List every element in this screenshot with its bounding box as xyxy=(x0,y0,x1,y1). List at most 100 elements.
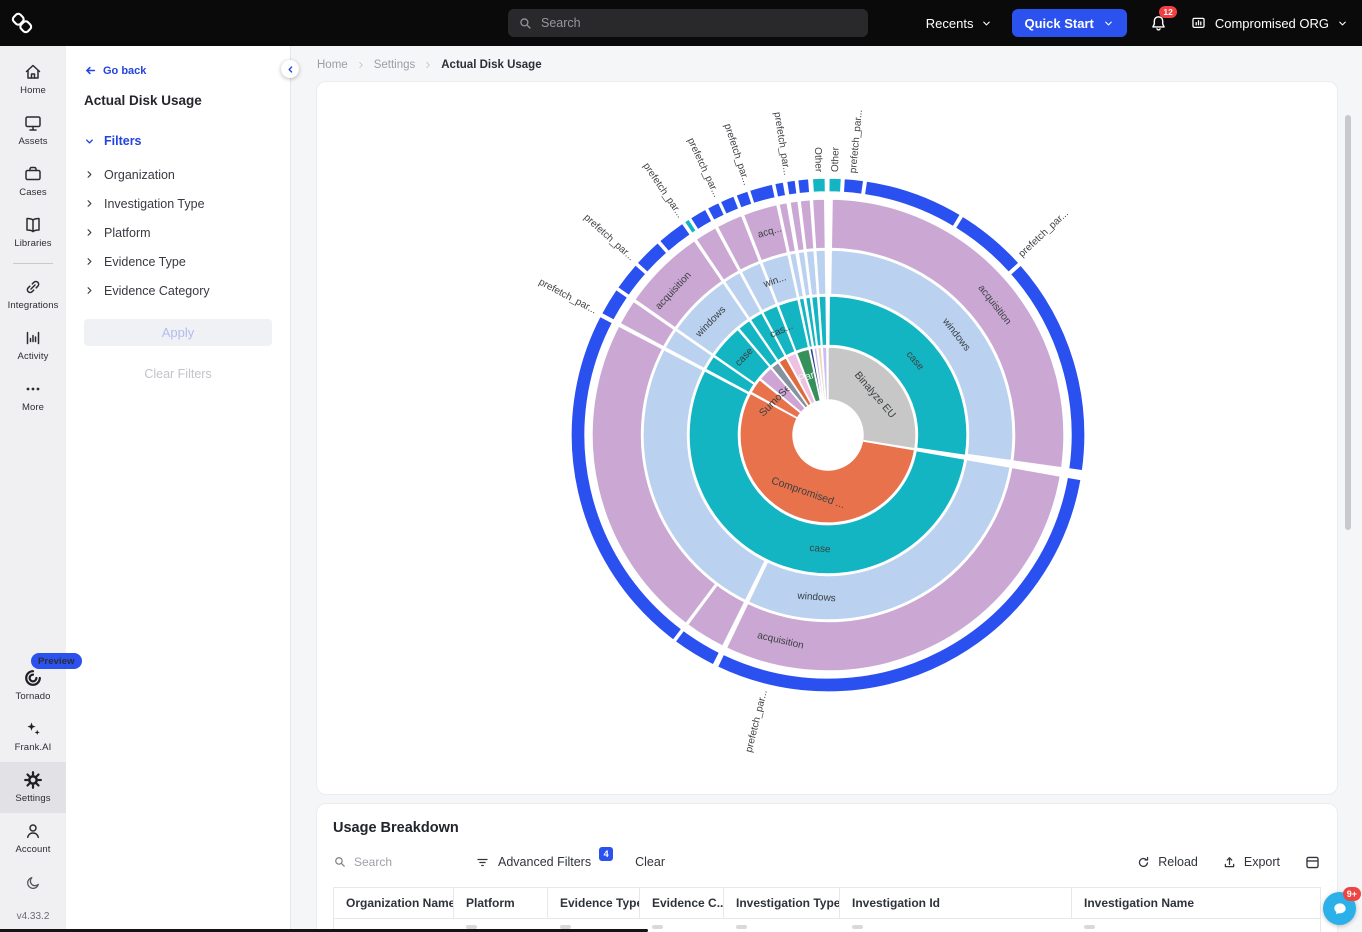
global-search xyxy=(508,9,868,37)
sidebar-item-account[interactable]: Account xyxy=(0,813,66,864)
moon-icon xyxy=(25,874,42,891)
column-header-investigation-name[interactable]: Investigation Name xyxy=(1072,888,1320,918)
usage-breakdown-title: Usage Breakdown xyxy=(333,820,1321,836)
sidebar-item-integrations[interactable]: Integrations xyxy=(0,269,66,320)
reload-button[interactable]: Reload xyxy=(1136,855,1198,870)
ellipsis-icon xyxy=(23,379,43,399)
collapse-panel-button[interactable] xyxy=(281,60,299,78)
sunburst-outer-label: prefetch_par... xyxy=(848,109,865,174)
sidebar-item-cases[interactable]: Cases xyxy=(0,156,66,207)
sunburst-segment[interactable] xyxy=(787,180,798,195)
notifications-button[interactable]: 12 xyxy=(1149,14,1168,33)
filters-panel: Go back Actual Disk Usage Filters Organi… xyxy=(66,46,291,932)
chevron-down-icon xyxy=(84,136,95,147)
filter-organization[interactable]: Organization xyxy=(84,160,272,189)
chevron-down-icon xyxy=(981,18,992,29)
filters-section-toggle[interactable]: Filters xyxy=(84,134,272,148)
chevron-right-icon xyxy=(84,198,95,209)
clear-filters-button[interactable]: Clear Filters xyxy=(84,367,272,381)
page-title: Actual Disk Usage xyxy=(84,93,272,108)
sunburst-segment[interactable] xyxy=(775,182,786,197)
sunburst-outer-label: prefetch_par... xyxy=(744,689,770,754)
monitor-icon xyxy=(23,113,43,133)
sidebar-item-libraries[interactable]: Libraries xyxy=(0,207,66,258)
quick-start-label: Quick Start xyxy=(1025,16,1094,31)
sunburst-segment[interactable] xyxy=(812,199,825,249)
column-header-organization-name[interactable]: Organization Name xyxy=(334,888,454,918)
filters-count-badge: 4 xyxy=(599,847,613,861)
icon-rail: Home Assets Cases Libraries Integrations xyxy=(0,46,66,932)
column-header-evidence-category[interactable]: Evidence C... xyxy=(640,888,724,918)
apply-button[interactable]: Apply xyxy=(84,319,272,346)
export-button[interactable]: Export xyxy=(1222,855,1280,870)
sunburst-segment[interactable] xyxy=(749,184,775,204)
briefcase-icon xyxy=(23,164,43,184)
export-icon xyxy=(1222,855,1237,870)
sunburst-outer-label: prefetch_par... xyxy=(640,161,685,220)
sidebar-item-assets[interactable]: Assets xyxy=(0,105,66,156)
filter-lines-icon xyxy=(475,855,490,870)
table-search xyxy=(333,855,441,869)
usage-table: Organization Name Platform Evidence Type… xyxy=(333,887,1321,932)
sidebar-item-more[interactable]: More xyxy=(0,371,66,422)
filter-investigation-type[interactable]: Investigation Type xyxy=(84,189,272,218)
chat-bubble-icon xyxy=(1331,900,1349,918)
quick-start-button[interactable]: Quick Start xyxy=(1012,9,1127,37)
filter-evidence-type[interactable]: Evidence Type xyxy=(84,247,272,276)
filter-evidence-category[interactable]: Evidence Category xyxy=(84,276,272,305)
organization-icon xyxy=(1190,15,1207,32)
user-icon xyxy=(23,821,43,841)
column-header-platform[interactable]: Platform xyxy=(454,888,548,918)
support-chat-button[interactable]: 9+ xyxy=(1323,892,1356,925)
home-icon xyxy=(23,62,43,82)
preview-badge: Preview xyxy=(31,653,82,669)
arrow-left-icon xyxy=(84,64,97,77)
recents-menu[interactable]: Recents xyxy=(926,16,992,31)
sunburst-outer-label: prefetch_par... xyxy=(581,212,636,263)
search-input[interactable] xyxy=(541,16,858,30)
advanced-filters-button[interactable]: Advanced Filters 4 xyxy=(475,855,613,870)
sunburst-outer-label: prefetch_par... xyxy=(537,277,599,317)
column-settings-button[interactable] xyxy=(1304,854,1321,871)
usage-breakdown-card: Usage Breakdown Advanced Filters 4 Clear… xyxy=(316,803,1338,932)
activity-chart-icon xyxy=(23,328,43,348)
sidebar-item-home[interactable]: Home xyxy=(0,54,66,105)
recents-label: Recents xyxy=(926,16,974,31)
sunburst-outer-label: prefetch_par... xyxy=(1017,208,1071,260)
breadcrumb-settings[interactable]: Settings xyxy=(374,59,416,71)
app-version: v4.33.2 xyxy=(0,897,66,932)
vertical-scrollbar[interactable] xyxy=(1345,115,1351,530)
column-header-evidence-type[interactable]: Evidence Type xyxy=(548,888,640,918)
book-icon xyxy=(23,215,43,235)
main-content: Home Settings Actual Disk Usage Binalyze… xyxy=(291,46,1362,932)
go-back-link[interactable]: Go back xyxy=(84,64,272,77)
reload-icon xyxy=(1136,855,1151,870)
sidebar-item-settings[interactable]: Settings xyxy=(0,762,66,813)
chat-unread-badge: 9+ xyxy=(1343,887,1361,901)
table-search-input[interactable] xyxy=(354,855,424,869)
notification-badge: 12 xyxy=(1159,6,1176,19)
chevron-right-icon xyxy=(356,60,366,70)
sidebar-item-frank-ai[interactable]: Frank.AI xyxy=(0,711,66,762)
dark-mode-toggle[interactable] xyxy=(0,864,66,897)
app-logo-icon[interactable] xyxy=(9,10,35,36)
table-header-row: Organization Name Platform Evidence Type… xyxy=(334,888,1320,919)
clear-table-filters-button[interactable]: Clear xyxy=(635,855,665,869)
search-icon xyxy=(333,855,347,869)
sidebar-item-activity[interactable]: Activity xyxy=(0,320,66,371)
rail-divider xyxy=(13,263,53,264)
chevron-right-icon xyxy=(423,60,433,70)
sidebar-item-tornado[interactable]: Preview Tornado xyxy=(0,660,66,711)
columns-icon xyxy=(1304,854,1321,871)
sunburst-segment[interactable] xyxy=(829,178,842,192)
column-header-investigation-type[interactable]: Investigation Type xyxy=(724,888,840,918)
filter-platform[interactable]: Platform xyxy=(84,218,272,247)
sunburst-segment[interactable] xyxy=(812,178,825,193)
sunburst-segment[interactable] xyxy=(736,191,752,208)
sunburst-segment[interactable] xyxy=(798,179,810,194)
breadcrumb-home[interactable]: Home xyxy=(317,59,348,71)
column-header-investigation-id[interactable]: Investigation Id xyxy=(840,888,1072,918)
sunburst-segment[interactable] xyxy=(843,179,864,195)
link-icon xyxy=(23,277,43,297)
org-selector[interactable]: Compromised ORG xyxy=(1190,15,1348,32)
